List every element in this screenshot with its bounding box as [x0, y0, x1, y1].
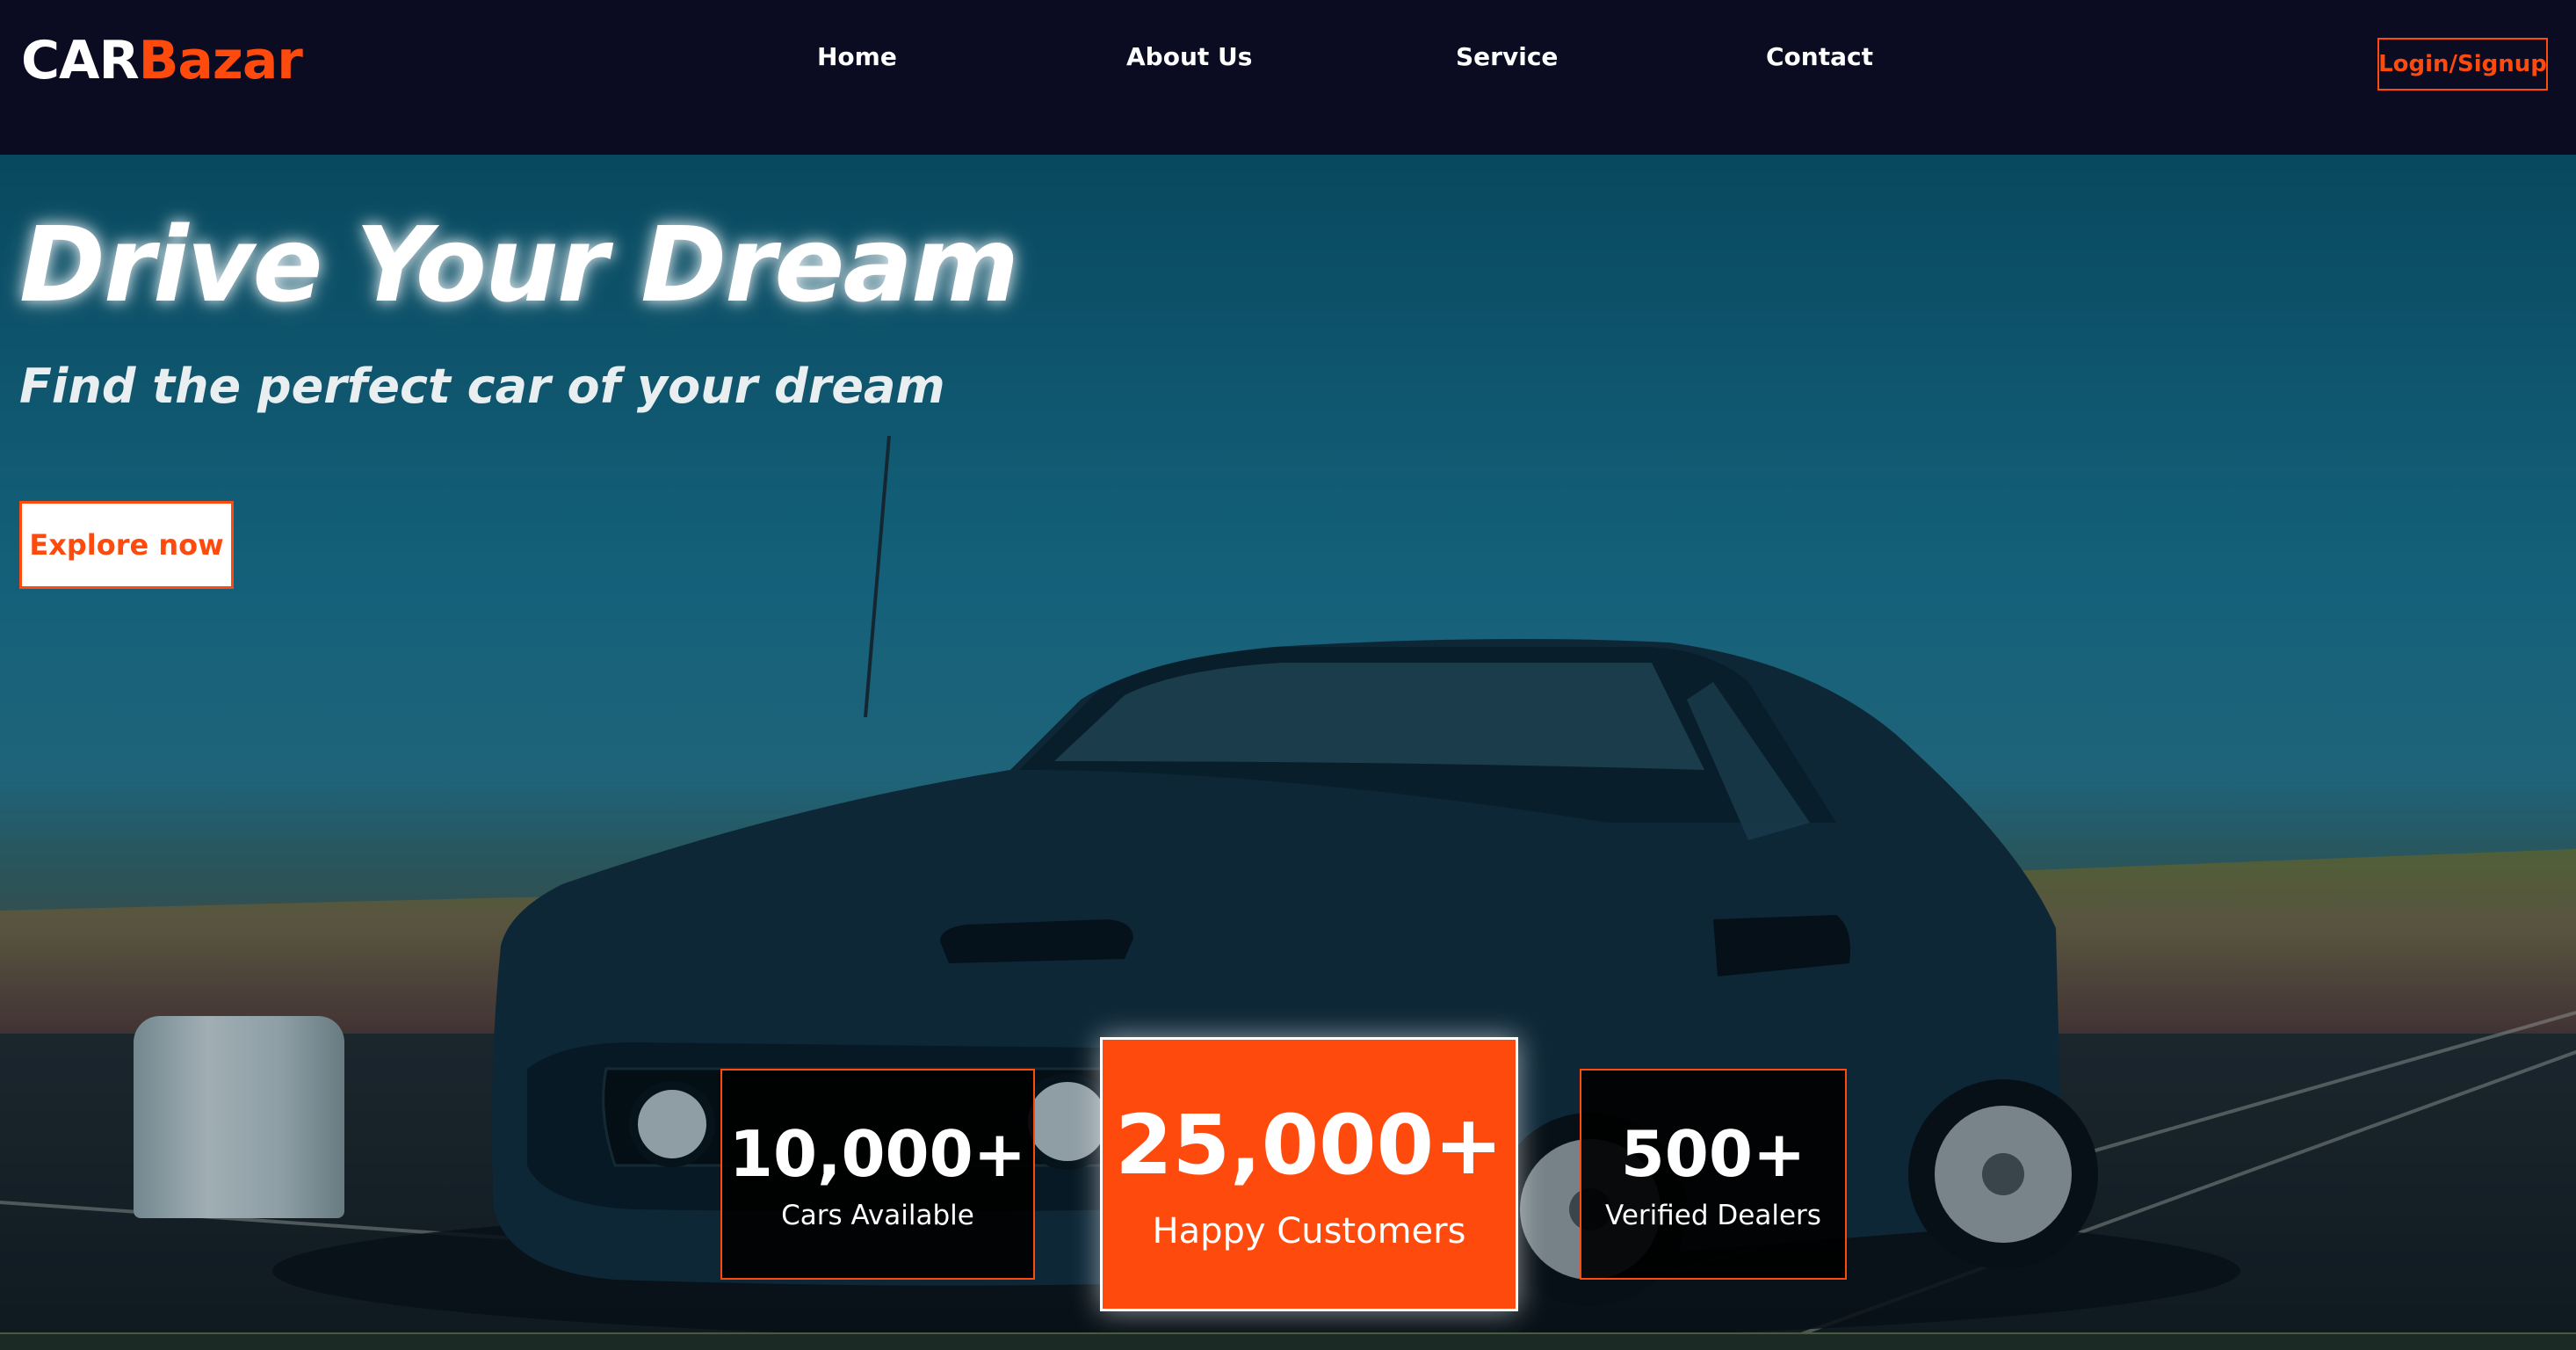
brand-logo[interactable]: CARBazar: [21, 30, 303, 91]
logo-primary-text: CAR: [21, 30, 140, 91]
hero-title: Drive Your Dream: [19, 204, 1019, 325]
top-navbar: CARBazar Home About Us Service Contact L…: [0, 0, 2576, 155]
nav-link-about[interactable]: About Us: [1126, 42, 1252, 71]
hero-subtitle: Find the perfect car of your dream: [19, 359, 945, 414]
stat-label: Happy Customers: [1152, 1210, 1466, 1252]
logo-accent-text: Bazar: [138, 30, 303, 91]
nav-link-contact[interactable]: Contact: [1766, 42, 1873, 71]
explore-now-button[interactable]: Explore now: [19, 501, 234, 589]
stat-value: 500+: [1620, 1117, 1806, 1191]
stat-label: Verified Dealers: [1605, 1200, 1821, 1231]
nav-link-service[interactable]: Service: [1456, 42, 1558, 71]
nav-link-home[interactable]: Home: [817, 42, 897, 71]
stat-card-customers: 25,000+ Happy Customers: [1100, 1037, 1518, 1311]
stat-value: 10,000+: [728, 1117, 1027, 1191]
stat-label: Cars Available: [781, 1200, 974, 1231]
next-section-edge: [0, 1332, 2576, 1350]
stat-card-dealers: 500+ Verified Dealers: [1580, 1069, 1847, 1280]
hero-section: Drive Your Dream Find the perfect car of…: [0, 155, 2576, 1350]
login-signup-button[interactable]: Login/Signup: [2377, 38, 2548, 91]
stat-card-cars: 10,000+ Cars Available: [720, 1069, 1035, 1280]
stat-value: 25,000+: [1115, 1097, 1503, 1194]
